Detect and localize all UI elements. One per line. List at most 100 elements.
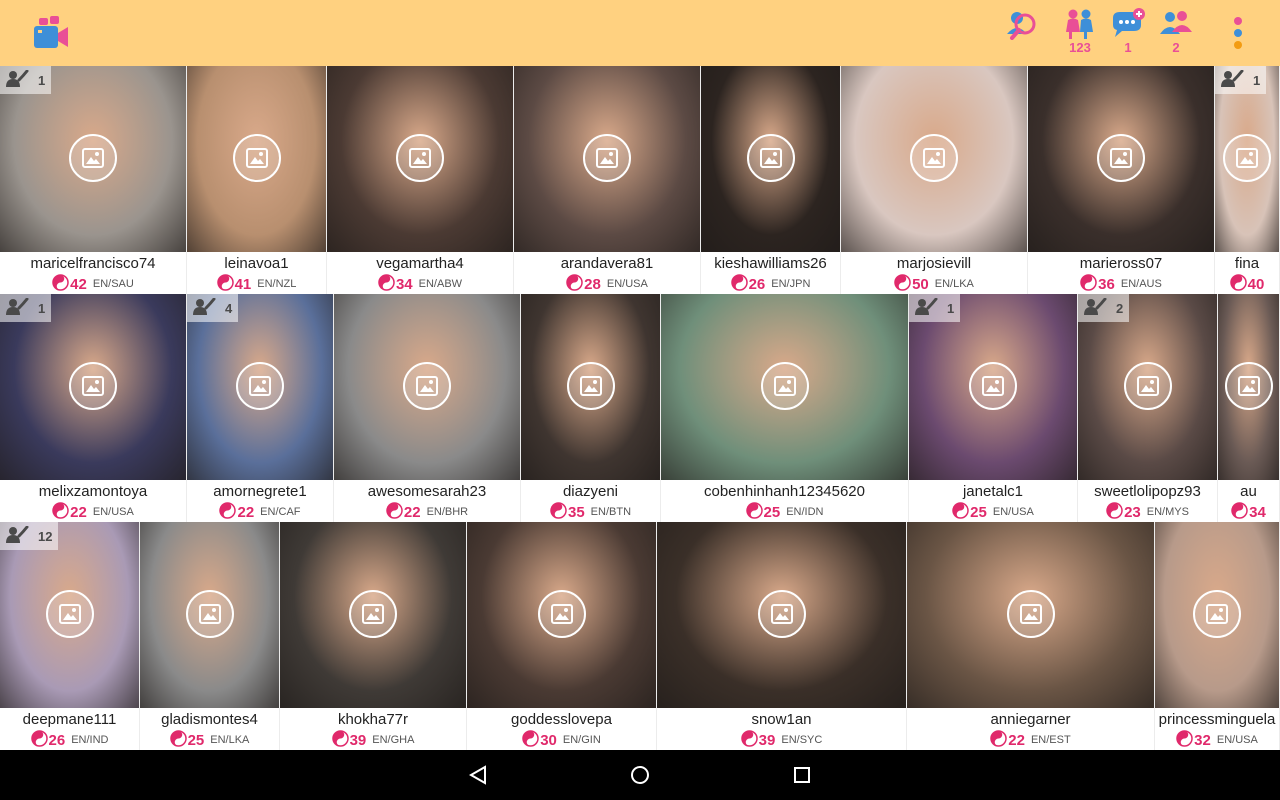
profile-photo[interactable]: 12 <box>0 522 139 708</box>
visitors-button[interactable]: 123 <box>1057 8 1103 58</box>
profile-photo[interactable] <box>280 522 466 708</box>
profile-card[interactable]: 12 deepmane111 26 EN/IND <box>0 522 140 750</box>
image-placeholder-icon <box>757 590 806 638</box>
profile-photo[interactable] <box>467 522 656 708</box>
profile-card[interactable]: leinavoa1 41 EN/NZL <box>187 66 327 294</box>
username: amornegrete1 <box>213 483 307 500</box>
profile-card[interactable]: marjosievill 50 EN/LKA <box>841 66 1028 294</box>
profile-card[interactable]: snow1an 39 EN/SYC <box>657 522 907 750</box>
home-circle-icon[interactable] <box>628 763 652 787</box>
age-badge: 25 <box>952 501 987 523</box>
language-country: EN/ABW <box>418 278 463 290</box>
profile-photo[interactable]: 4 <box>187 294 333 480</box>
profile-meta: 25 EN/IDN <box>661 501 908 521</box>
profile-card[interactable]: 2 sweetlolipopz93 23 EN/MYS <box>1078 294 1218 522</box>
profile-photo[interactable] <box>327 66 513 252</box>
overflow-menu-icon[interactable] <box>1226 14 1250 52</box>
profile-card[interactable]: anniegarner 22 EN/EST <box>907 522 1155 750</box>
age-badge: 35 <box>550 501 585 523</box>
profile-photo[interactable] <box>187 66 326 252</box>
profile-meta: 26 EN/IND <box>0 729 139 749</box>
profile-card[interactable]: khokha77r 39 EN/GHA <box>280 522 467 750</box>
profile-card[interactable]: gladismontes4 25 EN/LKA <box>140 522 280 750</box>
album-photos-icon <box>4 525 30 547</box>
profile-card[interactable]: kieshawilliams26 26 EN/JPN <box>701 66 841 294</box>
age-value: 22 <box>1008 731 1025 749</box>
album-count-badge: 12 <box>0 522 59 550</box>
profile-card[interactable]: 1 melixzamontoya 22 EN/USA <box>0 294 187 522</box>
image-placeholder-icon <box>537 590 586 638</box>
age-badge: 22 <box>386 501 421 523</box>
profile-card[interactable]: au 34 <box>1218 294 1280 522</box>
profile-photo[interactable]: 1 <box>909 294 1077 480</box>
profile-card[interactable]: goddesslovepa 30 EN/GIN <box>467 522 657 750</box>
profile-photo[interactable] <box>661 294 908 480</box>
zodiac-yin-yang-icon <box>386 501 403 523</box>
recents-square-icon[interactable] <box>790 763 814 787</box>
profile-photo[interactable] <box>514 66 700 252</box>
back-triangle-icon[interactable] <box>466 763 490 787</box>
username: snow1an <box>751 711 812 728</box>
profile-photo[interactable]: 1 <box>0 66 186 252</box>
profile-photo[interactable] <box>701 66 840 252</box>
zodiac-yin-yang-icon <box>522 729 539 751</box>
profile-photo[interactable]: 1 <box>1215 66 1279 252</box>
username: janetalc1 <box>962 483 1024 500</box>
profile-card[interactable]: marieross07 36 EN/AUS <box>1028 66 1215 294</box>
age-badge: 34 <box>378 273 413 295</box>
profile-card[interactable]: 1 janetalc1 25 EN/USA <box>909 294 1078 522</box>
profile-photo[interactable] <box>334 294 520 480</box>
profile-card[interactable]: 4 amornegrete1 22 EN/CAF <box>187 294 334 522</box>
profile-meta: 22 EN/EST <box>907 729 1154 751</box>
profile-photo[interactable] <box>907 522 1154 708</box>
messages-button[interactable]: 1 <box>1105 8 1151 58</box>
messages-count: 1 <box>1124 40 1132 55</box>
language-country: EN/AUS <box>1120 278 1162 290</box>
profile-card[interactable]: awesomesarah23 22 EN/BHR <box>334 294 521 522</box>
image-placeholder-icon <box>1224 362 1273 410</box>
language-country: EN/USA <box>992 506 1034 518</box>
language-country: EN/NZL <box>257 278 297 290</box>
profile-photo[interactable] <box>1155 522 1279 708</box>
age-badge: 22 <box>990 729 1025 751</box>
profile-meta: 22 EN/USA <box>0 501 186 523</box>
profile-photo[interactable] <box>657 522 906 708</box>
profile-photo[interactable]: 1 <box>0 294 186 480</box>
age-value: 40 <box>1247 275 1265 293</box>
profile-card[interactable]: 1 fina 40 <box>1215 66 1280 294</box>
profile-row: 1 maricelfrancisco74 42 EN/SAU leinavoa1 41 EN… <box>0 66 1280 294</box>
profile-card[interactable]: cobenhinhanh12345620 25 EN/IDN <box>661 294 909 522</box>
age-badge: 22 <box>52 501 87 523</box>
profile-card[interactable]: 1 maricelfrancisco74 42 EN/SAU <box>0 66 187 294</box>
age-badge: 34 <box>1231 501 1266 523</box>
profile-card[interactable]: diazyeni 35 EN/BTN <box>521 294 661 522</box>
profile-photo[interactable] <box>1028 66 1214 252</box>
profile-card[interactable]: princessminguela 32 EN/USA <box>1155 522 1280 750</box>
age-badge: 23 <box>1106 501 1141 523</box>
profile-photo[interactable] <box>1218 294 1279 480</box>
profile-photo[interactable] <box>140 522 279 708</box>
album-photos-icon <box>4 297 30 319</box>
people-search-button[interactable] <box>1000 8 1046 58</box>
profile-meta: 22 EN/BHR <box>334 501 520 523</box>
friends-button[interactable]: 2 <box>1153 8 1199 58</box>
profile-card[interactable]: vegamartha4 34 EN/ABW <box>327 66 514 294</box>
age-badge: 32 <box>1176 729 1211 751</box>
age-badge: 26 <box>730 273 765 295</box>
profile-meta: 25 EN/LKA <box>140 729 279 749</box>
album-count: 12 <box>38 528 53 544</box>
zodiac-yin-yang-icon <box>1106 501 1123 523</box>
username: vegamartha4 <box>376 255 464 272</box>
zodiac-yin-yang-icon <box>216 273 234 295</box>
video-camera-icon[interactable] <box>33 16 69 50</box>
age-badge: 30 <box>522 729 557 751</box>
profile-photo[interactable] <box>841 66 1027 252</box>
profile-card[interactable]: arandavera81 28 EN/USA <box>514 66 701 294</box>
profile-photo[interactable] <box>521 294 660 480</box>
zodiac-yin-yang-icon <box>566 273 583 295</box>
album-photos-icon <box>1082 297 1108 319</box>
age-value: 39 <box>349 731 367 749</box>
age-value: 22 <box>237 503 255 521</box>
profile-grid: 1 maricelfrancisco74 42 EN/SAU leinavoa1 41 EN… <box>0 66 1280 750</box>
profile-photo[interactable]: 2 <box>1078 294 1217 480</box>
